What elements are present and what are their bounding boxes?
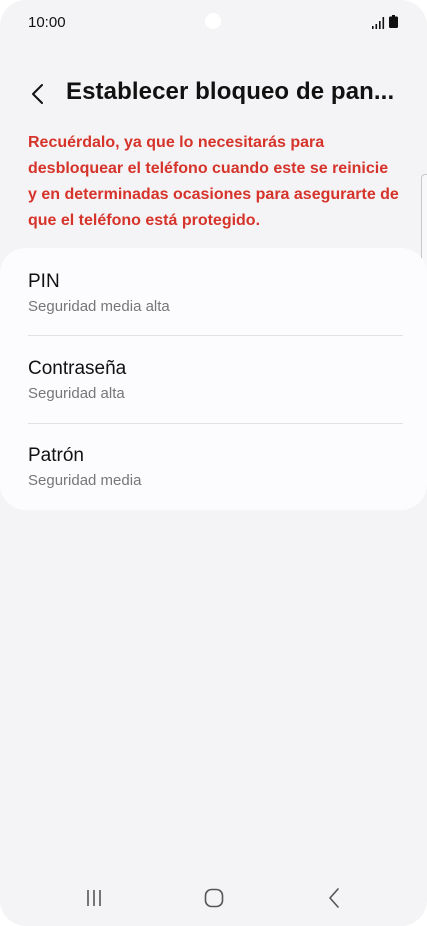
option-pattern[interactable]: Patrón Seguridad media <box>0 424 427 511</box>
option-password[interactable]: Contraseña Seguridad alta <box>0 336 427 423</box>
back-button[interactable] <box>18 74 58 114</box>
home-button[interactable] <box>194 884 234 912</box>
phone-screen: 10:00 Establecer bloqueo de pan... Recué… <box>0 0 427 926</box>
status-time: 10:00 <box>28 14 66 31</box>
recents-icon <box>87 890 101 906</box>
recents-button[interactable] <box>74 884 114 912</box>
home-icon <box>204 888 224 908</box>
option-subtitle: Seguridad media alta <box>28 298 170 315</box>
option-title: Patrón <box>28 445 84 466</box>
header: Establecer bloqueo de pan... <box>0 70 427 116</box>
battery-icon <box>389 15 398 28</box>
option-pin[interactable]: PIN Seguridad media alta <box>0 248 427 335</box>
option-title: PIN <box>28 271 60 292</box>
status-bar: 10:00 <box>0 0 427 44</box>
signal-icon <box>372 17 385 29</box>
navigation-bar <box>0 876 427 920</box>
back-arrow-icon <box>32 84 43 104</box>
option-subtitle: Seguridad alta <box>28 385 125 402</box>
nav-back-button[interactable] <box>314 884 354 912</box>
warning-text: Recuérdalo, ya que lo necesitarás para d… <box>28 134 399 229</box>
nav-back-icon <box>329 888 339 908</box>
option-subtitle: Seguridad media <box>28 472 142 489</box>
camera-cutout <box>205 13 221 29</box>
lock-options-list: PIN Seguridad media alta Contraseña Segu… <box>0 248 427 510</box>
page-title: Establecer bloqueo de pan... <box>66 78 395 105</box>
status-icons <box>371 14 401 30</box>
option-title: Contraseña <box>28 358 127 379</box>
